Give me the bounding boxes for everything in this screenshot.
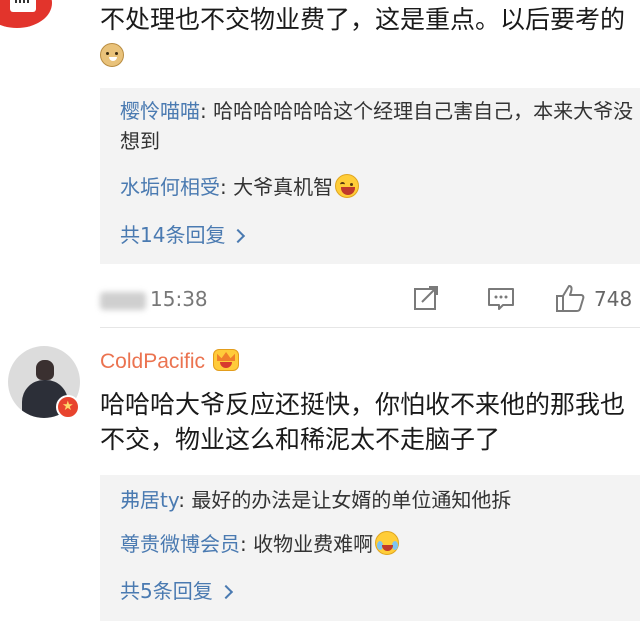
cry-laugh-emoji-icon (375, 531, 400, 555)
reply-item[interactable]: 樱怜喵喵: 哈哈哈哈哈哈这个经理自己害自己，本来大爷没想到 (120, 96, 635, 156)
like-count: 748 (594, 287, 633, 311)
doge-emoji-icon (100, 43, 124, 67)
avatar-top[interactable] (0, 0, 52, 28)
reply-author[interactable]: 弗居ty (120, 488, 178, 512)
more-replies-link[interactable]: 共14条回复 (120, 219, 246, 248)
reply-text: 大爷真机智 (233, 175, 334, 199)
reply-box[interactable]: 弗居ty: 最好的办法是让女婿的单位通知他拆 尊贵微博会员: 收物业费难啊 共5… (100, 475, 640, 621)
divider (100, 327, 640, 328)
reply-item[interactable]: 水垢何相受: 大爷真机智 (120, 172, 635, 202)
blurred-source (100, 292, 146, 310)
like-icon[interactable] (555, 283, 585, 313)
reply-text: 收物业费难啊 (253, 532, 374, 556)
reply-item[interactable]: 弗居ty: 最好的办法是让女婿的单位通知他拆 (120, 485, 635, 515)
reply-author[interactable]: 樱怜喵喵 (120, 99, 200, 123)
vip-crown-icon (213, 349, 240, 371)
post-meta-row: 15:38 748 (100, 282, 640, 318)
reply-text: 最好的办法是让女婿的单位通知他拆 (191, 488, 512, 512)
post-text: 哈哈哈大爷反应还挺快，你怕收不来他的那我也不交，物业这么和稀泥太不走脑子了 (100, 390, 626, 454)
reply-author[interactable]: 水垢何相受 (120, 175, 220, 199)
reply-item[interactable]: 尊贵微博会员: 收物业费难啊 (120, 529, 635, 559)
chevron-right-icon (231, 228, 246, 244)
chevron-right-icon (218, 584, 233, 600)
post-text: 不处理也不交物业费了，这是重点。以后要考的 (100, 2, 640, 72)
timestamp: 15:38 (150, 287, 208, 311)
username[interactable]: ColdPacific (100, 349, 240, 374)
vip-badge-icon (56, 395, 80, 419)
share-icon[interactable] (413, 285, 439, 311)
reply-box[interactable]: 樱怜喵喵: 哈哈哈哈哈哈这个经理自己害自己，本来大爷没想到 水垢何相受: 大爷真… (100, 88, 640, 264)
comment-icon[interactable] (487, 287, 515, 311)
reply-author[interactable]: 尊贵微博会员 (120, 532, 240, 556)
more-replies-link[interactable]: 共5条回复 (120, 575, 233, 604)
laugh-emoji-icon (335, 174, 360, 198)
